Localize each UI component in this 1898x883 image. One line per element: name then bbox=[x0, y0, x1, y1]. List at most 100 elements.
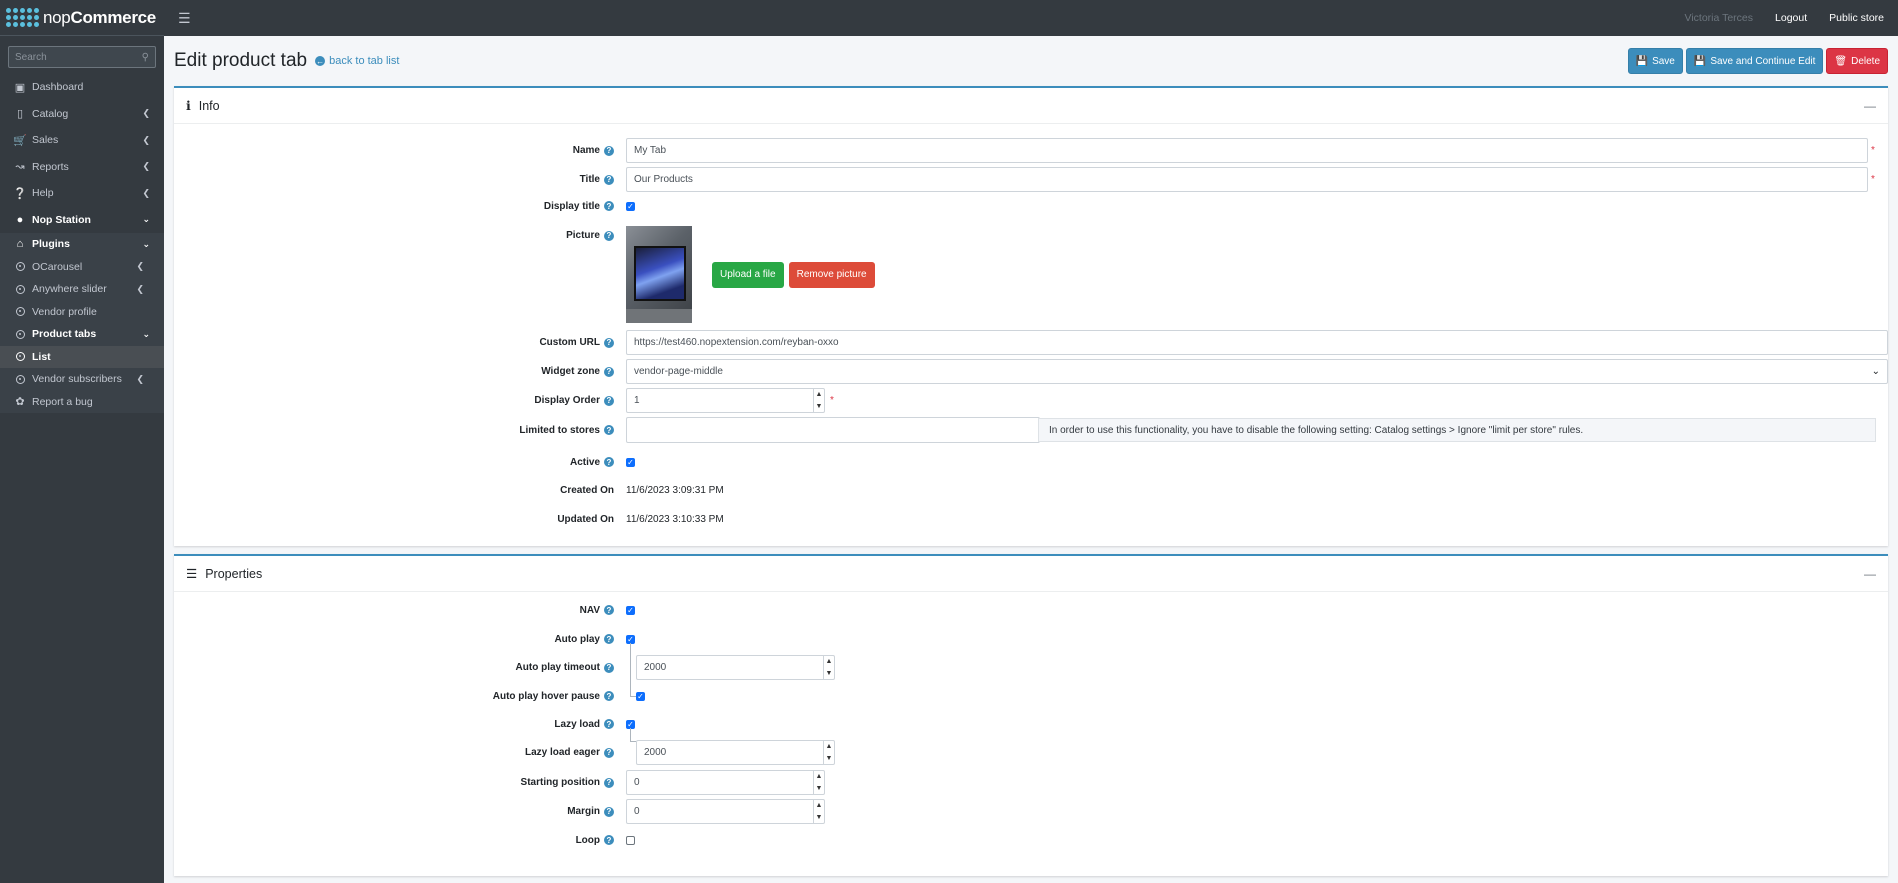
home-icon: ⌂ bbox=[16, 238, 24, 251]
help-icon[interactable]: ? bbox=[604, 201, 614, 211]
info-card: ℹ Info — Name? My Tab * Title? Our Produ… bbox=[174, 86, 1888, 546]
sidebar-item-help[interactable]: ❔ Help ❮ bbox=[0, 180, 164, 207]
save-continue-button[interactable]: 💾 Save and Continue Edit bbox=[1685, 48, 1824, 74]
circle-dot-icon bbox=[15, 374, 25, 384]
display-order-input[interactable]: 1 ▲ ▼ bbox=[626, 388, 825, 413]
starting-position-input[interactable]: 0 ▲ ▼ bbox=[626, 770, 825, 795]
trash-icon: 🗑 bbox=[1834, 55, 1848, 67]
back-to-list-link[interactable]: ← back to tab list bbox=[315, 55, 399, 67]
bug-icon: ✿ bbox=[15, 396, 25, 409]
required-marker: * bbox=[1871, 145, 1875, 156]
search-icon: ⚲ bbox=[141, 51, 149, 63]
lazy-eager-input[interactable]: 2000 ▲ ▼ bbox=[636, 740, 835, 765]
circle-dot-icon bbox=[15, 352, 25, 362]
monitor-icon: ▣ bbox=[14, 81, 26, 94]
question-icon: ❔ bbox=[13, 187, 27, 200]
spinner-arrows-icon[interactable]: ▲ ▼ bbox=[813, 800, 824, 823]
help-icon[interactable]: ? bbox=[604, 605, 614, 615]
custom-url-input[interactable]: https://test460.nopextension.com/reyban-… bbox=[626, 330, 1888, 355]
hamburger-menu-icon[interactable]: ☰ bbox=[178, 10, 191, 27]
title-input[interactable]: Our Products bbox=[626, 167, 1868, 192]
book-icon: ▯ bbox=[16, 108, 24, 121]
sidebar-item-reports[interactable]: ↝ Reports ❮ bbox=[0, 154, 164, 181]
chart-icon: ↝ bbox=[15, 161, 25, 174]
help-icon[interactable]: ? bbox=[604, 230, 614, 241]
chevron-down-icon: ⌄ bbox=[1871, 366, 1880, 377]
spinner-arrows-icon[interactable]: ▲ ▼ bbox=[813, 771, 824, 794]
loop-row: Loop? bbox=[174, 830, 1888, 850]
help-icon[interactable]: ? bbox=[604, 425, 614, 435]
public-store-link[interactable]: Public store bbox=[1829, 12, 1884, 24]
autoplay-timeout-input[interactable]: 2000 ▲ ▼ bbox=[636, 655, 835, 680]
save-button[interactable]: 💾 Save bbox=[1627, 48, 1683, 74]
widget-zone-row: Widget zone? vendor-page-middle ⌄ bbox=[174, 359, 1888, 384]
name-input[interactable]: My Tab bbox=[626, 138, 1868, 163]
help-icon[interactable]: ? bbox=[604, 634, 614, 644]
spinner-arrows-icon[interactable]: ▲ ▼ bbox=[823, 741, 834, 764]
required-marker: * bbox=[830, 395, 834, 406]
autoplay-timeout-row: Auto play timeout? 2000 ▲ ▼ bbox=[174, 655, 1888, 680]
page-title: Edit product tab bbox=[174, 50, 308, 71]
current-user[interactable]: Victoria Terces bbox=[1685, 12, 1753, 24]
spinner-arrows-icon[interactable]: ▲ ▼ bbox=[823, 656, 834, 679]
sidebar-item-vendor-subscribers[interactable]: Vendor subscribers ❮ bbox=[0, 368, 164, 391]
display-title-checkbox[interactable]: ✓ bbox=[626, 201, 635, 211]
sidebar: nopCommerce Search ⚲ ▣ Dashboard ▯ Catalog… bbox=[0, 0, 164, 883]
widget-zone-select[interactable]: vendor-page-middle ⌄ bbox=[626, 359, 1888, 384]
sidebar-item-product-tabs[interactable]: Product tabs ⌄ bbox=[0, 323, 164, 346]
loop-checkbox[interactable] bbox=[626, 835, 635, 845]
sidebar-item-plugins[interactable]: ⌂ Plugins ⌄ bbox=[0, 233, 164, 256]
sidebar-item-catalog[interactable]: ▯ Catalog ❮ bbox=[0, 101, 164, 128]
help-icon[interactable]: ? bbox=[604, 145, 614, 156]
collapse-icon[interactable]: — bbox=[1864, 567, 1876, 581]
help-icon[interactable]: ? bbox=[604, 457, 614, 467]
chevron-left-icon: ❮ bbox=[136, 373, 144, 384]
help-icon[interactable]: ? bbox=[604, 747, 614, 758]
collapse-icon[interactable]: — bbox=[1864, 99, 1876, 113]
spinner-arrows-icon[interactable]: ▲ ▼ bbox=[813, 389, 824, 412]
sidebar-item-ocarousel[interactable]: OCarousel ❮ bbox=[0, 255, 164, 278]
upload-file-button[interactable]: Upload a file bbox=[712, 261, 784, 288]
sidebar-item-vendor-profile[interactable]: Vendor profile bbox=[0, 300, 164, 323]
chevron-left-icon: ❮ bbox=[136, 283, 144, 294]
help-icon[interactable]: ? bbox=[604, 366, 614, 377]
sidebar-item-anywhere-slider[interactable]: Anywhere slider ❮ bbox=[0, 278, 164, 301]
help-icon[interactable]: ? bbox=[604, 719, 614, 729]
updated-on-row: Updated On 11/6/2023 3:10:33 PM bbox=[557, 513, 724, 525]
floppy-icon: 💾 bbox=[1693, 55, 1707, 67]
list-icon: ☰ bbox=[186, 567, 198, 581]
help-icon[interactable]: ? bbox=[604, 777, 614, 788]
help-icon[interactable]: ? bbox=[604, 806, 614, 817]
chevron-down-icon: ⌄ bbox=[142, 214, 150, 225]
chevron-left-icon: ❮ bbox=[142, 108, 150, 119]
help-icon[interactable]: ? bbox=[604, 337, 614, 348]
info-card-header[interactable]: ℹ Info — bbox=[174, 88, 1888, 124]
delete-button[interactable]: 🗑 Delete bbox=[1826, 48, 1888, 74]
limited-stores-select[interactable] bbox=[626, 417, 1040, 443]
brand-logo[interactable]: nopCommerce bbox=[0, 0, 164, 36]
title-row: Title? Our Products * bbox=[174, 167, 1888, 192]
required-marker: * bbox=[1871, 174, 1875, 185]
active-checkbox[interactable]: ✓ bbox=[626, 457, 635, 467]
margin-input[interactable]: 0 ▲ ▼ bbox=[626, 799, 825, 824]
sidebar-item-nop-station[interactable]: ● Nop Station ⌄ bbox=[0, 207, 164, 234]
lazy-load-row: Lazy load? ✓ bbox=[554, 718, 635, 730]
autoplay-hover-checkbox[interactable]: ✓ bbox=[636, 691, 645, 701]
logout-link[interactable]: Logout bbox=[1775, 12, 1807, 24]
nav-checkbox[interactable]: ✓ bbox=[626, 605, 635, 615]
sidebar-item-dashboard[interactable]: ▣ Dashboard bbox=[0, 74, 164, 101]
help-icon[interactable]: ? bbox=[604, 395, 614, 406]
properties-card-header[interactable]: ☰ Properties — bbox=[174, 556, 1888, 592]
help-icon[interactable]: ? bbox=[604, 835, 614, 845]
remove-picture-button[interactable]: Remove picture bbox=[788, 261, 875, 288]
limited-stores-row: Limited to stores? In order to use this … bbox=[174, 417, 1888, 443]
help-icon[interactable]: ? bbox=[604, 691, 614, 701]
sidebar-item-sales[interactable]: 🛒 Sales ❮ bbox=[0, 127, 164, 154]
sidebar-item-list[interactable]: List bbox=[0, 345, 164, 368]
help-icon[interactable]: ? bbox=[604, 662, 614, 673]
help-icon[interactable]: ? bbox=[604, 174, 614, 185]
circle-dot-icon bbox=[15, 329, 25, 339]
search-input[interactable]: Search ⚲ bbox=[8, 46, 156, 68]
sidebar-item-report-bug[interactable]: ✿ Report a bug bbox=[0, 390, 164, 413]
circle-dot-icon bbox=[15, 307, 25, 317]
